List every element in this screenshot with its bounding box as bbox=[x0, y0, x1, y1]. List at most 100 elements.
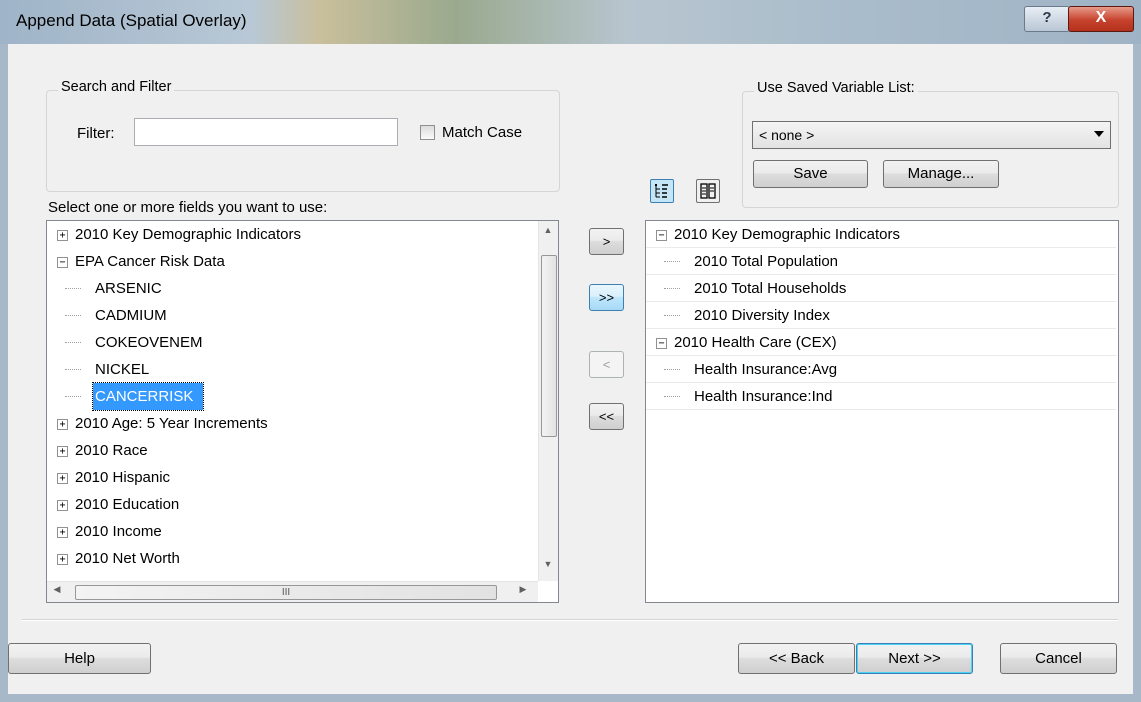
tree-group-row[interactable]: +2010 Net Worth bbox=[47, 545, 538, 572]
filter-label: Filter: bbox=[77, 125, 115, 142]
scroll-left-icon[interactable]: ◀ bbox=[49, 584, 65, 600]
scroll-down-icon[interactable]: ▼ bbox=[540, 559, 556, 575]
tree-group-row[interactable]: −2010 Key Demographic Indicators bbox=[646, 221, 1116, 248]
tree-item-label: 2010 Hispanic bbox=[75, 469, 171, 486]
window-frame-right bbox=[1133, 44, 1141, 702]
expand-icon[interactable]: + bbox=[57, 472, 68, 484]
tree-connector bbox=[664, 369, 680, 370]
tree-group-row[interactable]: +2010 Key Demographic Indicators bbox=[47, 221, 538, 248]
saved-variable-list-group-title: Use Saved Variable List: bbox=[754, 80, 918, 96]
filter-input[interactable] bbox=[134, 118, 398, 146]
tree-field-row[interactable]: 2010 Total Population bbox=[646, 248, 1116, 275]
tree-field-row[interactable]: 2010 Total Households bbox=[646, 275, 1116, 302]
window-frame-bottom bbox=[0, 694, 1141, 702]
tree-group-row[interactable]: +2010 Hispanic bbox=[47, 464, 538, 491]
field-select-instruction: Select one or more fields you want to us… bbox=[48, 199, 328, 216]
tree-item-label: CANCERRISK bbox=[91, 382, 205, 411]
dialog-client-area: Search and Filter Filter: Match Case Use… bbox=[8, 44, 1133, 694]
tree-field-row[interactable]: Health Insurance:Avg bbox=[646, 356, 1116, 383]
tree-connector bbox=[664, 396, 680, 397]
collapse-icon[interactable]: − bbox=[656, 337, 667, 349]
selected-fields-tree[interactable]: −2010 Key Demographic Indicators 2010 Tot… bbox=[645, 220, 1119, 603]
expand-icon[interactable]: + bbox=[57, 229, 68, 241]
available-fields-hscrollbar[interactable]: ◀ III ▶ bbox=[47, 581, 538, 602]
remove-selected-button[interactable]: < bbox=[589, 351, 624, 378]
tree-group-row[interactable]: −2010 Health Care (CEX) bbox=[646, 329, 1116, 356]
title-bar: Append Data (Spatial Overlay) ? X bbox=[0, 0, 1141, 44]
scroll-thumb[interactable] bbox=[541, 255, 557, 437]
tree-item-label: CADMIUM bbox=[95, 307, 167, 324]
saved-variable-list-selected: < none > bbox=[759, 127, 815, 143]
tree-field-row[interactable]: ARSENIC bbox=[47, 275, 538, 302]
window-title: Append Data (Spatial Overlay) bbox=[16, 11, 247, 30]
tree-connector bbox=[664, 261, 680, 262]
scroll-up-icon[interactable]: ▲ bbox=[540, 225, 556, 241]
collapse-icon[interactable]: − bbox=[656, 229, 667, 241]
tree-connector bbox=[664, 315, 680, 316]
tree-group-row[interactable]: − EPA Cancer Risk Data bbox=[47, 248, 538, 275]
collapse-icon[interactable]: − bbox=[57, 256, 68, 268]
help-button[interactable]: Help bbox=[8, 643, 151, 674]
expand-icon[interactable]: + bbox=[57, 418, 68, 430]
tree-item-label: NICKEL bbox=[95, 361, 150, 378]
tree-group-row[interactable]: +2010 Education bbox=[47, 491, 538, 518]
remove-all-button[interactable]: << bbox=[589, 403, 624, 430]
tree-group-row[interactable]: +2010 Income bbox=[47, 518, 538, 545]
tree-view-icon bbox=[655, 184, 668, 198]
tree-item-label: 2010 Diversity Index bbox=[694, 307, 830, 324]
available-fields-tree[interactable]: +2010 Key Demographic Indicators − EPA Can… bbox=[46, 220, 559, 603]
manage-list-button[interactable]: Manage... bbox=[883, 160, 999, 188]
expand-icon[interactable]: + bbox=[57, 499, 68, 511]
help-icon[interactable]: ? bbox=[1024, 6, 1070, 32]
expand-icon[interactable]: + bbox=[57, 445, 68, 457]
save-list-button[interactable]: Save bbox=[753, 160, 868, 188]
tree-item-label: COKEOVENEM bbox=[95, 334, 203, 351]
saved-variable-list-group bbox=[742, 91, 1119, 208]
tree-item-label: Health Insurance:Avg bbox=[694, 361, 838, 378]
tree-connector bbox=[65, 369, 81, 370]
list-view-toggle[interactable] bbox=[696, 179, 720, 203]
tree-field-row[interactable]: COKEOVENEM bbox=[47, 329, 538, 356]
saved-variable-list-dropdown[interactable]: < none > bbox=[752, 121, 1111, 149]
tree-connector bbox=[65, 396, 81, 397]
tree-connector bbox=[65, 315, 81, 316]
cancel-button[interactable]: Cancel bbox=[1000, 643, 1117, 674]
tree-item-label: 2010 Age: 5 Year Increments bbox=[75, 415, 268, 432]
tree-item-label: 2010 Total Population bbox=[694, 253, 839, 270]
expand-icon[interactable]: + bbox=[57, 553, 68, 565]
tree-item-label: 2010 Key Demographic Indicators bbox=[75, 226, 301, 243]
tree-item-label: 2010 Net Worth bbox=[75, 550, 180, 567]
tree-connector bbox=[65, 288, 81, 289]
match-case-checkbox[interactable] bbox=[420, 125, 435, 140]
close-icon[interactable]: X bbox=[1068, 6, 1134, 32]
tree-connector bbox=[664, 288, 680, 289]
tree-item-label: 2010 Income bbox=[75, 523, 162, 540]
add-selected-button[interactable]: > bbox=[589, 228, 624, 255]
match-case-label[interactable]: Match Case bbox=[442, 124, 522, 141]
tree-item-label: EPA Cancer Risk Data bbox=[75, 253, 225, 270]
available-fields-vscrollbar[interactable]: ▲ ▼ bbox=[538, 221, 558, 581]
scroll-grip: III bbox=[281, 587, 291, 598]
tree-item-label: 2010 Total Households bbox=[694, 280, 847, 297]
tree-field-row[interactable]: CADMIUM bbox=[47, 302, 538, 329]
tree-connector bbox=[65, 342, 81, 343]
add-all-button[interactable]: >> bbox=[589, 284, 624, 311]
search-filter-group-title: Search and Filter bbox=[58, 79, 175, 95]
tree-field-row[interactable]: Health Insurance:Ind bbox=[646, 383, 1116, 410]
tree-item-label: 2010 Race bbox=[75, 442, 148, 459]
tree-view-toggle[interactable] bbox=[650, 179, 674, 203]
back-button[interactable]: << Back bbox=[738, 643, 855, 674]
tree-field-row[interactable]: NICKEL bbox=[47, 356, 538, 383]
tree-field-row[interactable]: CANCERRISK bbox=[47, 382, 538, 411]
expand-icon[interactable]: + bbox=[57, 526, 68, 538]
scroll-right-icon[interactable]: ▶ bbox=[515, 584, 531, 600]
window-frame-left bbox=[0, 44, 8, 702]
tree-field-row[interactable]: 2010 Diversity Index bbox=[646, 302, 1116, 329]
horizontal-scroll-thumb[interactable]: III bbox=[75, 585, 497, 600]
tree-group-row[interactable]: +2010 Race bbox=[47, 437, 538, 464]
chevron-down-icon bbox=[1094, 131, 1104, 137]
list-view-icon bbox=[700, 183, 716, 199]
tree-group-row[interactable]: +2010 Age: 5 Year Increments bbox=[47, 410, 538, 437]
next-button[interactable]: Next >> bbox=[856, 643, 973, 674]
tree-item-label: 2010 Key Demographic Indicators bbox=[674, 226, 900, 243]
